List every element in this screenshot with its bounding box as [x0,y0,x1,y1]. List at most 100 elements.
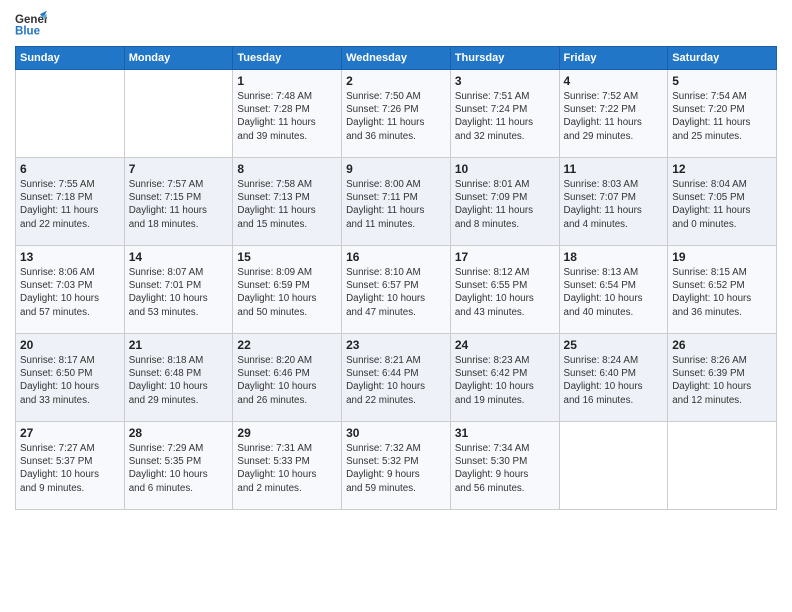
day-info: Sunrise: 8:07 AM Sunset: 7:01 PM Dayligh… [129,266,229,319]
day-info: Sunrise: 8:26 AM Sunset: 6:39 PM Dayligh… [672,354,772,407]
day-cell: 29 Sunrise: 7:31 AM Sunset: 5:33 PM Dayli… [233,422,342,510]
week-row-2: 13Sunrise: 8:06 AM Sunset: 7:03 PM Dayli… [16,246,777,334]
day-cell: 19 Sunrise: 8:15 AM Sunset: 6:52 PM Dayli… [668,246,777,334]
weekday-header-saturday: Saturday [668,47,777,70]
day-cell: 22 Sunrise: 8:20 AM Sunset: 6:46 PM Dayli… [233,334,342,422]
day-info: Sunrise: 7:51 AM Sunset: 7:24 PM Dayligh… [455,90,555,143]
weekday-header-friday: Friday [559,47,668,70]
day-number: 10 [455,162,555,176]
day-info: Sunrise: 8:03 AM Sunset: 7:07 PM Dayligh… [564,178,664,231]
day-number: 26 [672,338,772,352]
day-cell: 28 Sunrise: 7:29 AM Sunset: 5:35 PM Dayli… [124,422,233,510]
day-info: Sunrise: 7:34 AM Sunset: 5:30 PM Dayligh… [455,442,555,495]
day-info: Sunrise: 7:32 AM Sunset: 5:32 PM Dayligh… [346,442,446,495]
day-cell: 31Sunrise: 7:34 AM Sunset: 5:30 PM Dayli… [450,422,559,510]
day-cell: 14 Sunrise: 8:07 AM Sunset: 7:01 PM Dayli… [124,246,233,334]
day-cell: 13Sunrise: 8:06 AM Sunset: 7:03 PM Dayli… [16,246,125,334]
day-cell: 16 Sunrise: 8:10 AM Sunset: 6:57 PM Dayli… [342,246,451,334]
day-number: 1 [237,74,337,88]
day-cell [124,70,233,158]
week-row-3: 20Sunrise: 8:17 AM Sunset: 6:50 PM Dayli… [16,334,777,422]
logo-icon: General Blue [15,10,47,38]
day-cell: 9 Sunrise: 8:00 AM Sunset: 7:11 PM Daylig… [342,158,451,246]
day-info: Sunrise: 8:13 AM Sunset: 6:54 PM Dayligh… [564,266,664,319]
day-info: Sunrise: 7:48 AM Sunset: 7:28 PM Dayligh… [237,90,337,143]
day-info: Sunrise: 8:06 AM Sunset: 7:03 PM Dayligh… [20,266,120,319]
day-number: 4 [564,74,664,88]
day-number: 14 [129,250,229,264]
day-cell: 17Sunrise: 8:12 AM Sunset: 6:55 PM Dayli… [450,246,559,334]
day-cell: 15 Sunrise: 8:09 AM Sunset: 6:59 PM Dayli… [233,246,342,334]
day-info: Sunrise: 8:10 AM Sunset: 6:57 PM Dayligh… [346,266,446,319]
weekday-header-thursday: Thursday [450,47,559,70]
day-info: Sunrise: 7:31 AM Sunset: 5:33 PM Dayligh… [237,442,337,495]
day-number: 9 [346,162,446,176]
day-info: Sunrise: 7:52 AM Sunset: 7:22 PM Dayligh… [564,90,664,143]
logo: General Blue [15,10,47,38]
day-cell: 12 Sunrise: 8:04 AM Sunset: 7:05 PM Dayli… [668,158,777,246]
day-info: Sunrise: 8:21 AM Sunset: 6:44 PM Dayligh… [346,354,446,407]
day-cell: 3 Sunrise: 7:51 AM Sunset: 7:24 PM Daylig… [450,70,559,158]
day-cell: 24Sunrise: 8:23 AM Sunset: 6:42 PM Dayli… [450,334,559,422]
day-info: Sunrise: 7:54 AM Sunset: 7:20 PM Dayligh… [672,90,772,143]
day-number: 29 [237,426,337,440]
header: General Blue [15,10,777,38]
day-number: 3 [455,74,555,88]
day-number: 25 [564,338,664,352]
day-cell: 6 Sunrise: 7:55 AM Sunset: 7:18 PM Daylig… [16,158,125,246]
day-cell: 30 Sunrise: 7:32 AM Sunset: 5:32 PM Dayli… [342,422,451,510]
day-info: Sunrise: 7:29 AM Sunset: 5:35 PM Dayligh… [129,442,229,495]
day-cell [16,70,125,158]
day-cell [559,422,668,510]
day-info: Sunrise: 7:58 AM Sunset: 7:13 PM Dayligh… [237,178,337,231]
day-number: 11 [564,162,664,176]
day-cell: 25 Sunrise: 8:24 AM Sunset: 6:40 PM Dayli… [559,334,668,422]
day-number: 23 [346,338,446,352]
day-info: Sunrise: 8:01 AM Sunset: 7:09 PM Dayligh… [455,178,555,231]
weekday-header-row: SundayMondayTuesdayWednesdayThursdayFrid… [16,47,777,70]
weekday-header-sunday: Sunday [16,47,125,70]
day-info: Sunrise: 8:00 AM Sunset: 7:11 PM Dayligh… [346,178,446,231]
week-row-1: 6 Sunrise: 7:55 AM Sunset: 7:18 PM Daylig… [16,158,777,246]
day-cell: 27Sunrise: 7:27 AM Sunset: 5:37 PM Dayli… [16,422,125,510]
day-info: Sunrise: 7:27 AM Sunset: 5:37 PM Dayligh… [20,442,120,495]
day-number: 19 [672,250,772,264]
day-info: Sunrise: 7:50 AM Sunset: 7:26 PM Dayligh… [346,90,446,143]
day-cell: 2 Sunrise: 7:50 AM Sunset: 7:26 PM Daylig… [342,70,451,158]
day-info: Sunrise: 7:55 AM Sunset: 7:18 PM Dayligh… [20,178,120,231]
day-number: 30 [346,426,446,440]
day-number: 6 [20,162,120,176]
day-info: Sunrise: 8:09 AM Sunset: 6:59 PM Dayligh… [237,266,337,319]
day-info: Sunrise: 8:24 AM Sunset: 6:40 PM Dayligh… [564,354,664,407]
weekday-header-monday: Monday [124,47,233,70]
day-cell: 21Sunrise: 8:18 AM Sunset: 6:48 PM Dayli… [124,334,233,422]
day-cell: 10 Sunrise: 8:01 AM Sunset: 7:09 PM Dayli… [450,158,559,246]
day-number: 16 [346,250,446,264]
day-cell: 1 Sunrise: 7:48 AM Sunset: 7:28 PM Daylig… [233,70,342,158]
week-row-4: 27Sunrise: 7:27 AM Sunset: 5:37 PM Dayli… [16,422,777,510]
day-info: Sunrise: 8:17 AM Sunset: 6:50 PM Dayligh… [20,354,120,407]
day-cell: 23 Sunrise: 8:21 AM Sunset: 6:44 PM Dayli… [342,334,451,422]
day-info: Sunrise: 8:04 AM Sunset: 7:05 PM Dayligh… [672,178,772,231]
day-info: Sunrise: 8:23 AM Sunset: 6:42 PM Dayligh… [455,354,555,407]
day-info: Sunrise: 8:18 AM Sunset: 6:48 PM Dayligh… [129,354,229,407]
day-cell: 5 Sunrise: 7:54 AM Sunset: 7:20 PM Daylig… [668,70,777,158]
day-info: Sunrise: 8:15 AM Sunset: 6:52 PM Dayligh… [672,266,772,319]
weekday-header-tuesday: Tuesday [233,47,342,70]
day-cell: 4 Sunrise: 7:52 AM Sunset: 7:22 PM Daylig… [559,70,668,158]
weekday-header-wednesday: Wednesday [342,47,451,70]
day-cell: 11 Sunrise: 8:03 AM Sunset: 7:07 PM Dayli… [559,158,668,246]
week-row-0: 1 Sunrise: 7:48 AM Sunset: 7:28 PM Daylig… [16,70,777,158]
day-number: 15 [237,250,337,264]
day-number: 12 [672,162,772,176]
day-number: 17 [455,250,555,264]
day-number: 5 [672,74,772,88]
day-cell: 8 Sunrise: 7:58 AM Sunset: 7:13 PM Daylig… [233,158,342,246]
day-number: 22 [237,338,337,352]
day-cell: 20Sunrise: 8:17 AM Sunset: 6:50 PM Dayli… [16,334,125,422]
day-info: Sunrise: 8:20 AM Sunset: 6:46 PM Dayligh… [237,354,337,407]
day-number: 8 [237,162,337,176]
day-number: 7 [129,162,229,176]
day-number: 2 [346,74,446,88]
day-number: 28 [129,426,229,440]
